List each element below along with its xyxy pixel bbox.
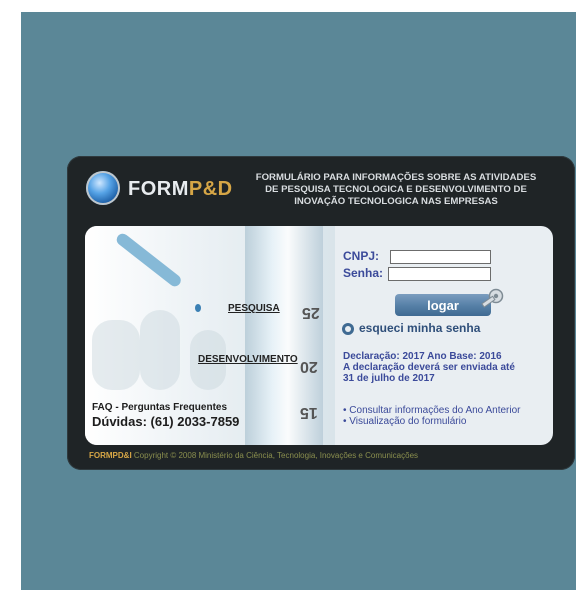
scale-number: 15: [300, 404, 318, 421]
forgot-password-link[interactable]: esqueci minha senha: [359, 321, 480, 335]
glass-shape: [140, 310, 180, 390]
scale-number: 20: [300, 358, 318, 375]
faq-link[interactable]: FAQ - Perguntas Frequentes: [92, 402, 227, 413]
drop-icon: [195, 304, 201, 312]
speech-bubble-icon: [342, 323, 354, 335]
page-title: FORMULÁRIO PARA INFORMAÇÕES SOBRE AS ATI…: [236, 172, 556, 208]
app-logo-text: FORMP&D: [128, 178, 233, 201]
password-input[interactable]: [388, 267, 491, 281]
declaration-info: Declaração: 2017 Ano Base: 2016 A declar…: [343, 351, 543, 384]
cnpj-input[interactable]: [390, 250, 491, 264]
footer-copyright: FORMPD&I Copyright © 2008 Ministério da …: [89, 451, 559, 460]
desenvolvimento-label: DESENVOLVIMENTO: [198, 354, 298, 365]
form-preview-link[interactable]: • Visualização do formulário: [343, 416, 553, 427]
scale-number: 25: [302, 304, 320, 321]
title-line-2: DE PESQUISA TECNOLOGICA E DESENVOLVIMENT…: [265, 184, 527, 195]
title-line-3: INOVAÇÃO TECNOLOGICA NAS EMPRESAS: [294, 196, 498, 207]
declaration-line-2: A declaração deverá ser enviada até: [343, 362, 515, 373]
declaration-line-1: Declaração: 2017 Ano Base: 2016: [343, 351, 502, 362]
cnpj-label: CNPJ:: [343, 249, 380, 263]
pesquisa-label: PESQUISA: [228, 303, 280, 314]
declaration-line-3: 31 de julho de 2017: [343, 373, 435, 384]
footer-text: Copyright © 2008 Ministério da Ciência, …: [131, 451, 419, 460]
senha-label: Senha:: [343, 266, 384, 280]
title-line-1: FORMULÁRIO PARA INFORMAÇÕES SOBRE AS ATI…: [255, 172, 537, 183]
globe-logo-icon: [86, 171, 120, 205]
info-links: • Consultar informações do Ano Anterior …: [343, 405, 553, 427]
logo-main: FORM: [128, 178, 189, 200]
support-phone: Dúvidas: (61) 2033-7859: [92, 414, 240, 429]
key-icon: [481, 288, 504, 308]
footer-brand: FORMPD&I: [89, 451, 132, 460]
glass-shape: [92, 320, 140, 390]
login-button[interactable]: logar: [395, 294, 491, 316]
logo-accent: P&D: [188, 178, 233, 200]
previous-year-link[interactable]: • Consultar informações do Ano Anterior: [343, 405, 553, 416]
